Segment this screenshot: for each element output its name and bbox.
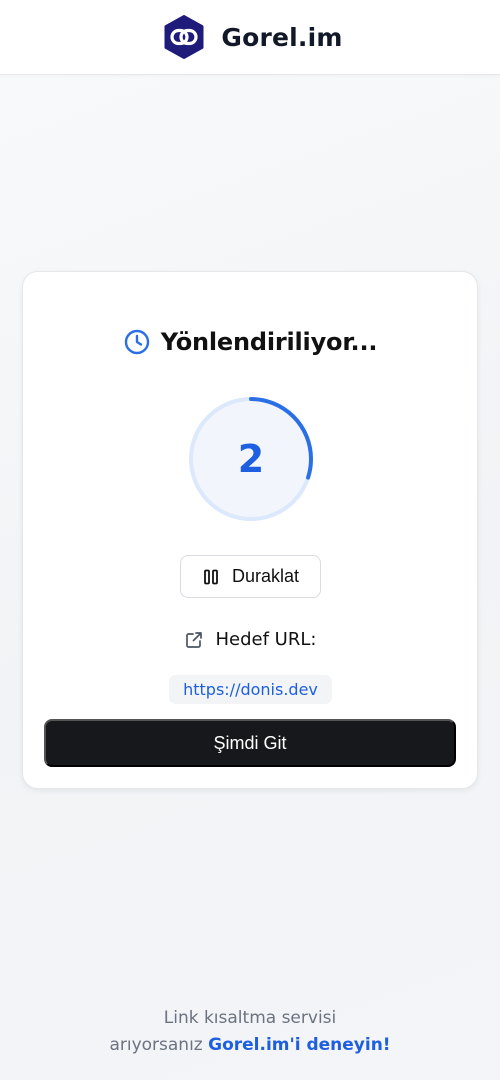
page-title: Yönlendiriliyor... <box>160 328 378 356</box>
title-row: Yönlendiriliyor... <box>23 328 477 356</box>
countdown-timer: 2 <box>186 394 316 524</box>
footer-text-prefix: arıyorsanız <box>109 1035 203 1055</box>
app-header: Gorel.im <box>0 0 500 75</box>
target-url-row: Hedef URL: <box>23 629 477 650</box>
external-link-icon <box>185 631 202 648</box>
target-url-label: Hedef URL: <box>215 629 317 650</box>
clock-icon <box>124 329 149 355</box>
pause-button-label: Duraklat <box>231 566 300 586</box>
target-url-link[interactable]: https://donis.dev <box>169 675 332 704</box>
brand-name: Gorel.im <box>221 22 343 52</box>
redirect-card: Yönlendiriliyor... 2 Duraklat Hedef URL:… <box>22 271 478 789</box>
go-now-button[interactable]: Şimdi Git <box>44 719 456 767</box>
link-chain-hexagon-icon <box>164 15 204 59</box>
pause-icon <box>204 569 218 584</box>
pause-button[interactable]: Duraklat <box>180 555 321 598</box>
footer-promo: Link kısaltma servisi arıyorsanız Gorel.… <box>0 1005 500 1059</box>
footer-promo-link[interactable]: Gorel.im'i deneyin! <box>208 1035 390 1055</box>
footer-text-line1: Link kısaltma servisi <box>163 1008 337 1028</box>
countdown-value: 2 <box>237 437 265 481</box>
brand[interactable]: Gorel.im <box>163 15 342 59</box>
footer-text-line2: arıyorsanız Gorel.im'i deneyin! <box>0 1032 500 1059</box>
